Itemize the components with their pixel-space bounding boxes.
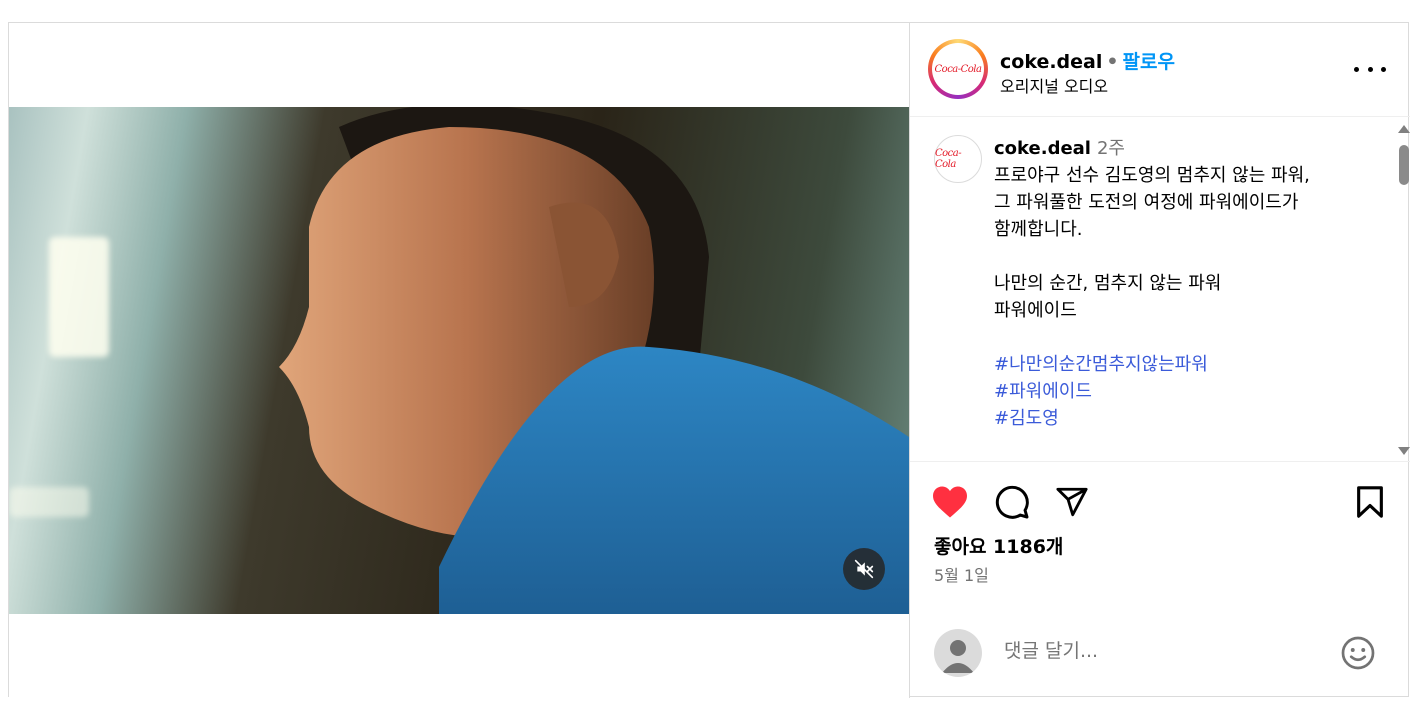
post-date: 5월 1일 xyxy=(934,566,989,585)
header-user-line: coke.deal • 팔로우 xyxy=(1000,47,1175,74)
coca-cola-logo: Coca-Cola xyxy=(935,148,962,170)
username-link[interactable]: coke.deal xyxy=(1000,51,1102,73)
save-button[interactable] xyxy=(1350,482,1390,522)
caption-time: 2주 xyxy=(1096,138,1125,159)
hashtag-link[interactable]: #파워에이드 xyxy=(994,378,1374,405)
more-options-button[interactable] xyxy=(1354,59,1386,79)
caption-body: coke.deal 2주 프로야구 선수 김도영의 멈추지 않는 파워, 그 파워… xyxy=(994,135,1374,432)
post-header: Coca-Cola coke.deal • 팔로우 오리지널 오디오 xyxy=(910,23,1410,117)
more-icon xyxy=(1354,66,1359,72)
scroll-thumb[interactable] xyxy=(1399,145,1409,185)
default-avatar-icon xyxy=(942,640,974,673)
like-button[interactable] xyxy=(930,482,970,522)
likes-count[interactable]: 좋아요 1186개 xyxy=(934,532,1063,559)
heart-icon xyxy=(933,486,967,518)
caption-line: 그 파워풀한 도전의 여정에 파워에이드가 xyxy=(994,192,1299,213)
separator-dot: • xyxy=(1106,51,1119,73)
post-dialog: Coca-Cola coke.deal • 팔로우 오리지널 오디오 Coca-Co… xyxy=(8,22,1410,698)
post-actions: 좋아요 1186개 5월 1일 xyxy=(910,461,1410,629)
caption-line: 프로야구 선수 김도영의 멈추지 않는 파워, xyxy=(994,165,1310,186)
caption-avatar[interactable]: Coca-Cola xyxy=(934,135,982,183)
mute-toggle-button[interactable] xyxy=(843,548,885,590)
caption-line: 함께합니다. xyxy=(994,219,1083,240)
comment-input[interactable] xyxy=(1002,639,1306,663)
coca-cola-logo: Coca-Cola xyxy=(934,63,982,75)
follow-button[interactable]: 팔로우 xyxy=(1123,51,1175,73)
emoji-icon xyxy=(1341,636,1375,670)
scroll-up-arrow[interactable] xyxy=(1398,125,1410,133)
post-video[interactable] xyxy=(9,107,909,614)
caption-line: 나만의 순간, 멈추지 않는 파워 xyxy=(994,273,1222,294)
profile-avatar[interactable]: Coca-Cola xyxy=(928,39,988,99)
scroll-down-arrow[interactable] xyxy=(1398,447,1410,455)
bookmark-icon xyxy=(1357,486,1383,518)
hashtag-link[interactable]: #김도영 xyxy=(994,405,1374,432)
current-user-avatar xyxy=(934,629,982,677)
caption-username[interactable]: coke.deal xyxy=(994,138,1091,159)
media-area xyxy=(9,23,909,698)
share-button[interactable] xyxy=(1052,482,1092,522)
comment-button[interactable] xyxy=(992,482,1032,522)
caption-section: Coca-Cola coke.deal 2주 프로야구 선수 김도영의 멈추지 않… xyxy=(910,117,1396,461)
caption-line xyxy=(994,324,1374,351)
caption-line xyxy=(994,243,1374,270)
video-frame-illustration xyxy=(279,107,909,614)
post-side-panel: Coca-Cola coke.deal • 팔로우 오리지널 오디오 Coca-Co… xyxy=(909,23,1410,698)
emoji-button[interactable] xyxy=(1338,633,1378,673)
comment-icon xyxy=(995,485,1029,519)
caption-line: 파워에이드 xyxy=(994,300,1077,321)
hashtag-link[interactable]: #나만의순간멈추지않는파워 xyxy=(994,351,1374,378)
share-icon xyxy=(1056,487,1088,517)
caption-scrollbar[interactable] xyxy=(1396,117,1410,461)
comment-composer xyxy=(910,629,1410,698)
audio-link[interactable]: 오리지널 오디오 xyxy=(1000,73,1108,97)
volume-off-icon xyxy=(854,559,874,579)
